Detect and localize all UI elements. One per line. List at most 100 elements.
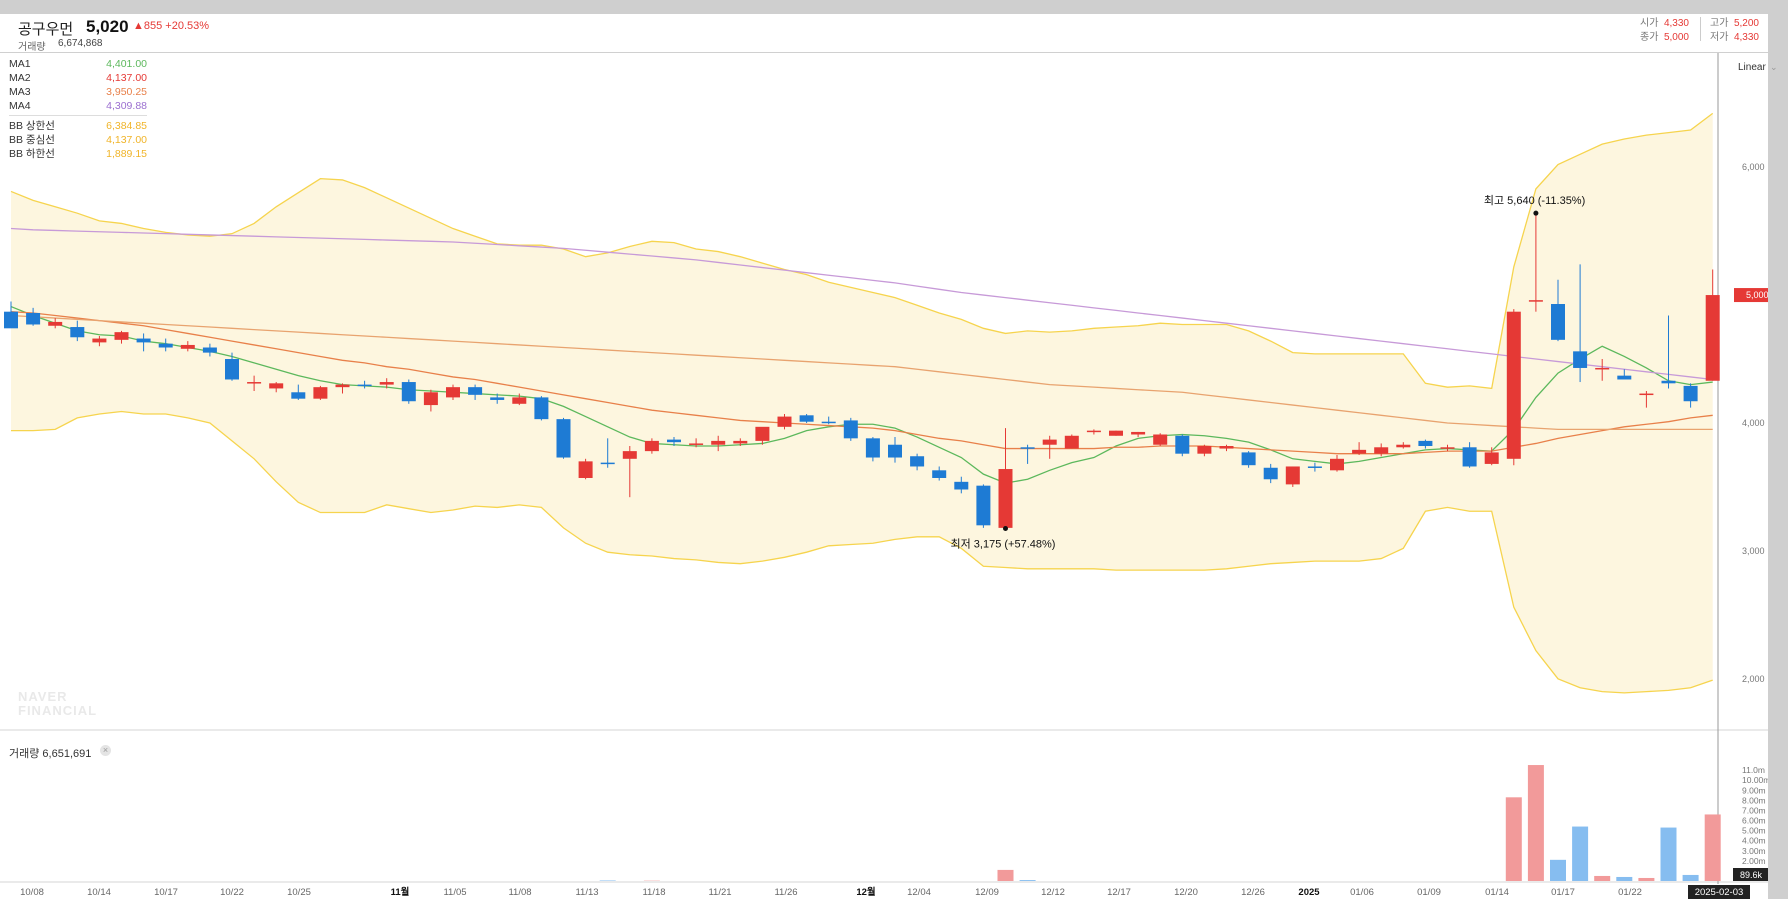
candle-body [401,382,416,402]
candle-body [512,397,527,404]
price-tick-label: 6,000 [1742,162,1765,172]
open-price: 시가 4,330 [1640,18,1689,29]
x-tick-label: 12월 [856,886,875,898]
candle-body [291,392,306,399]
annotation-dot [1533,210,1539,216]
candle-body [1661,380,1676,384]
legend-ma1[interactable]: MA1 4,401.00 [9,57,147,71]
x-tick-label: 01/17 [1551,887,1575,898]
candle-body [1285,466,1300,485]
legend-ma2[interactable]: MA2 4,137.00 [9,71,147,85]
indicator-legend: MA1 4,401.00 MA2 4,137.00 MA3 3,950.25 MA4 4… [9,57,147,161]
candle-body [556,419,571,458]
candle-body [622,451,637,459]
candle-body [180,344,195,349]
candle-body [843,420,858,439]
x-tick-label: 11/13 [575,887,598,898]
candle-body [998,469,1013,528]
volume-bar [1594,875,1611,881]
chevron-down-icon[interactable]: ⌄ [1770,62,1778,73]
current-price-label: 5,000 [1746,290,1768,300]
candle-body [1396,444,1411,448]
candle-body [1153,434,1168,445]
bollinger-band-area [11,113,1713,693]
volume-tick-label: 8.00m [1742,795,1766,805]
x-tick-label: 01/06 [1350,887,1374,898]
volume-label: 거래량 [18,42,46,53]
price-tick-label: 3,000 [1742,546,1765,556]
x-tick-label: 12/12 [1041,887,1065,898]
volume-bar [599,880,616,881]
candle-body [1506,311,1521,459]
high-price: 고가 5,200 [1710,18,1759,29]
x-tick-label: 10/17 [154,887,178,898]
legend-bb-middle[interactable]: BB 중심선 4,137.00 [9,133,147,147]
close-icon[interactable]: × [100,745,111,756]
candle-body [1086,430,1101,433]
candle-body [932,470,947,478]
candle-body [1131,431,1146,435]
volume-bar [1527,765,1544,881]
volume-tick-label: 2.00m [1742,856,1766,866]
candle-body [910,456,925,467]
stock-name: 공구우먼 [18,21,74,38]
low-annotation: 최저 3,175 (+57.48%) [951,538,1056,551]
candle-body [733,440,748,444]
volume-tick-label: 7.00m [1742,805,1766,815]
volume-bar [1616,876,1633,881]
price-chart[interactable]: 최고 5,640 (-11.35%) 최저 3,175 (+57.48%) 6,00… [0,14,1768,899]
volume-bar [1505,797,1522,881]
legend-bb-lower[interactable]: BB 하한선 1,889.15 [9,147,147,161]
volume-bar [1682,874,1699,881]
candle-body [1020,447,1035,449]
candle-body [1462,447,1477,467]
price-tick-label: 2,000 [1742,674,1765,684]
x-tick-label: 12/20 [1174,887,1198,898]
candle-body [689,443,704,445]
legend-ma3[interactable]: MA3 3,950.25 [9,85,147,99]
candle-body [26,312,41,325]
scale-mode-button[interactable]: Linear [1738,62,1766,73]
x-tick-label: 2025 [1298,887,1320,898]
legend-ma4[interactable]: MA4 4,309.88 [9,99,147,113]
volume-panel-label: 거래량 6,651,691 [9,748,92,760]
candle-body [1197,446,1212,454]
candle-body [821,421,836,424]
candle-body [1528,300,1543,302]
chart-frame: 최고 5,640 (-11.35%) 최저 3,175 (+57.48%) 6,00… [0,14,1778,899]
candle-body [954,481,969,490]
candle-body [1374,447,1389,454]
x-tick-label: 11월 [391,886,410,898]
candle-body [446,387,460,398]
candle-body [136,338,151,343]
x-tick-label: 12/09 [975,887,999,898]
candle-body [1263,467,1278,480]
candle-body [70,327,85,338]
candle-body [1573,351,1588,368]
close-price: 종가 5,000 [1640,32,1689,43]
volume-tick-label: 4.00m [1742,836,1766,846]
high-annotation: 최고 5,640 (-11.35%) [1484,194,1585,207]
volume-bar [1019,880,1036,881]
legend-bb-upper[interactable]: BB 상한선 6,384.85 [9,119,147,133]
candle-body [777,416,792,427]
volume-value: 6,674,868 [58,38,103,49]
candle-body [1639,393,1654,396]
candle-body [1484,452,1499,464]
volume-tick-label: 11.0m [1742,765,1765,775]
x-tick-label: 10/22 [220,887,244,898]
low-price: 저가 4,330 [1710,32,1759,43]
candle-body [644,440,659,452]
candle-body [247,382,262,384]
annotation-dot [1003,526,1008,532]
x-tick-label: 10/08 [20,887,44,898]
x-tick-label: 11/26 [774,887,797,898]
candle-body [468,387,483,395]
candle-body [1617,375,1632,380]
candle-body [1551,304,1565,340]
price-tick-label: 4,000 [1742,418,1765,428]
candle-body [1241,452,1256,466]
candle-body [534,397,549,420]
candle-body [888,444,902,458]
volume-tick-label: 10.00m [1742,775,1768,785]
